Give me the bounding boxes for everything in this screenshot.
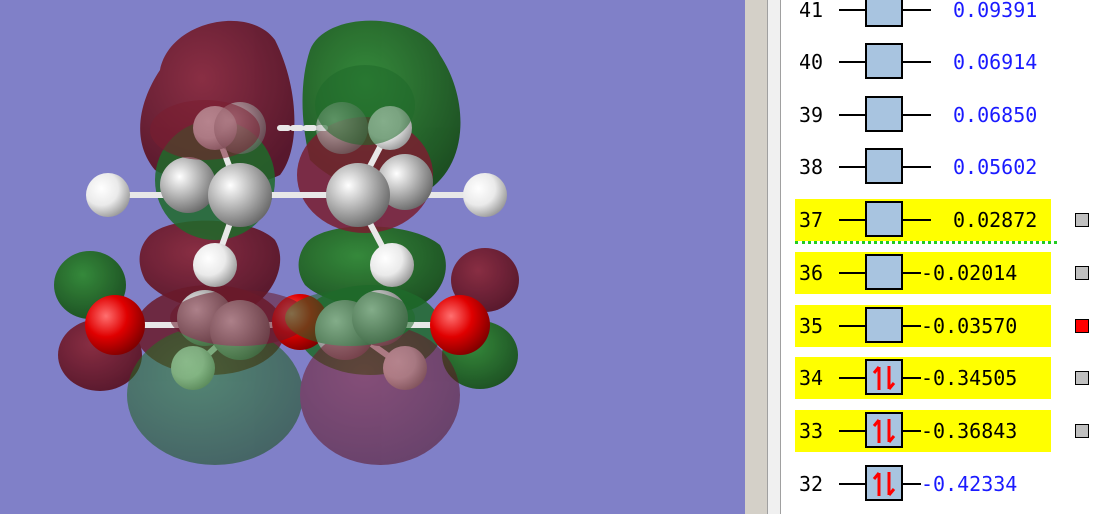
electron-pair-icon xyxy=(872,366,896,390)
orbital-surface-toggle[interactable] xyxy=(1075,319,1089,333)
orbital-row[interactable]: 35 -0.03570 xyxy=(795,305,1051,347)
orbital-energy: -0.34505 xyxy=(921,366,1018,390)
level-line-right xyxy=(903,430,921,432)
level-line-right xyxy=(903,219,931,221)
mo-energy-diagram[interactable]: 41 0.09391 40 0.06914 39 0.06850 38 0.05602 37 0.… xyxy=(781,0,1107,514)
orbital-row[interactable]: 37 0.02872 xyxy=(795,199,1051,241)
level-line-right xyxy=(903,61,931,63)
molecule-viewer[interactable] xyxy=(0,0,745,514)
molecule-render[interactable] xyxy=(0,0,745,514)
orbital-row[interactable]: 39 0.06850 xyxy=(795,94,1051,136)
orbital-energy: -0.42334 xyxy=(921,472,1018,496)
level-line-left xyxy=(839,114,865,116)
orbital-number: 40 xyxy=(799,50,824,74)
orbital-surface-toggle[interactable] xyxy=(1075,213,1089,227)
orbital-surface-toggle[interactable] xyxy=(1075,424,1089,438)
orbital-energy: 0.06914 xyxy=(953,50,1038,74)
electron-pair-icon xyxy=(872,472,896,496)
level-line-right xyxy=(903,483,921,485)
virtual-orbital-box[interactable] xyxy=(865,148,903,184)
level-line-left xyxy=(839,61,865,63)
occupied-orbital-box[interactable] xyxy=(865,465,903,501)
homo-lumo-gap-marker xyxy=(795,241,1057,244)
orbital-surface-toggle[interactable] xyxy=(1075,371,1089,385)
orbital-surface-toggle[interactable] xyxy=(1075,266,1089,280)
level-line-right xyxy=(903,325,921,327)
virtual-orbital-box[interactable] xyxy=(865,43,903,79)
virtual-orbital-box[interactable] xyxy=(865,201,903,237)
level-line-right xyxy=(903,377,921,379)
orbital-number: 37 xyxy=(799,208,824,232)
level-line-right xyxy=(903,166,931,168)
level-line-left xyxy=(839,483,865,485)
orbital-energy: 0.06850 xyxy=(953,103,1038,127)
level-line-left xyxy=(839,430,865,432)
virtual-orbital-box[interactable] xyxy=(865,307,903,343)
orbital-number: 36 xyxy=(799,261,824,285)
orbital-number: 34 xyxy=(799,366,824,390)
orbital-energy: -0.36843 xyxy=(921,419,1018,443)
orbital-number: 41 xyxy=(799,0,824,22)
orbital-number: 38 xyxy=(799,155,824,179)
orbital-energy: 0.05602 xyxy=(953,155,1038,179)
level-line-left xyxy=(839,9,865,11)
level-line-right xyxy=(903,114,931,116)
occupied-orbital-box[interactable] xyxy=(865,359,903,395)
level-line-left xyxy=(839,377,865,379)
virtual-orbital-box[interactable] xyxy=(865,0,903,27)
orbital-number: 39 xyxy=(799,103,824,127)
orbital-energy: 0.09391 xyxy=(953,0,1038,22)
orbital-number: 33 xyxy=(799,419,824,443)
orbital-energy: 0.02872 xyxy=(953,208,1038,232)
orbital-row[interactable]: 36 -0.02014 xyxy=(795,252,1051,294)
splitter-handle[interactable] xyxy=(767,0,781,514)
orbital-number: 32 xyxy=(799,472,824,496)
level-line-right xyxy=(903,272,921,274)
virtual-orbital-box[interactable] xyxy=(865,254,903,290)
orbital-energy: -0.03570 xyxy=(921,314,1018,338)
level-line-left xyxy=(839,325,865,327)
orbital-energy: -0.02014 xyxy=(921,261,1018,285)
level-line-right xyxy=(903,9,931,11)
orbital-row[interactable]: 41 0.09391 xyxy=(795,0,1051,31)
orbital-row[interactable]: 38 0.05602 xyxy=(795,146,1051,188)
occupied-orbital-box[interactable] xyxy=(865,412,903,448)
orbital-row[interactable]: 40 0.06914 xyxy=(795,41,1051,83)
orbital-row[interactable]: 32 -0.42334 xyxy=(795,463,1051,505)
orbital-row[interactable]: 33 -0.36843 xyxy=(795,410,1051,452)
electron-pair-icon xyxy=(872,419,896,443)
level-line-left xyxy=(839,219,865,221)
level-line-left xyxy=(839,166,865,168)
level-line-left xyxy=(839,272,865,274)
panel-gutter xyxy=(745,0,767,514)
orbital-number: 35 xyxy=(799,314,824,338)
orbital-row[interactable]: 34 -0.34505 xyxy=(795,357,1051,399)
virtual-orbital-box[interactable] xyxy=(865,96,903,132)
